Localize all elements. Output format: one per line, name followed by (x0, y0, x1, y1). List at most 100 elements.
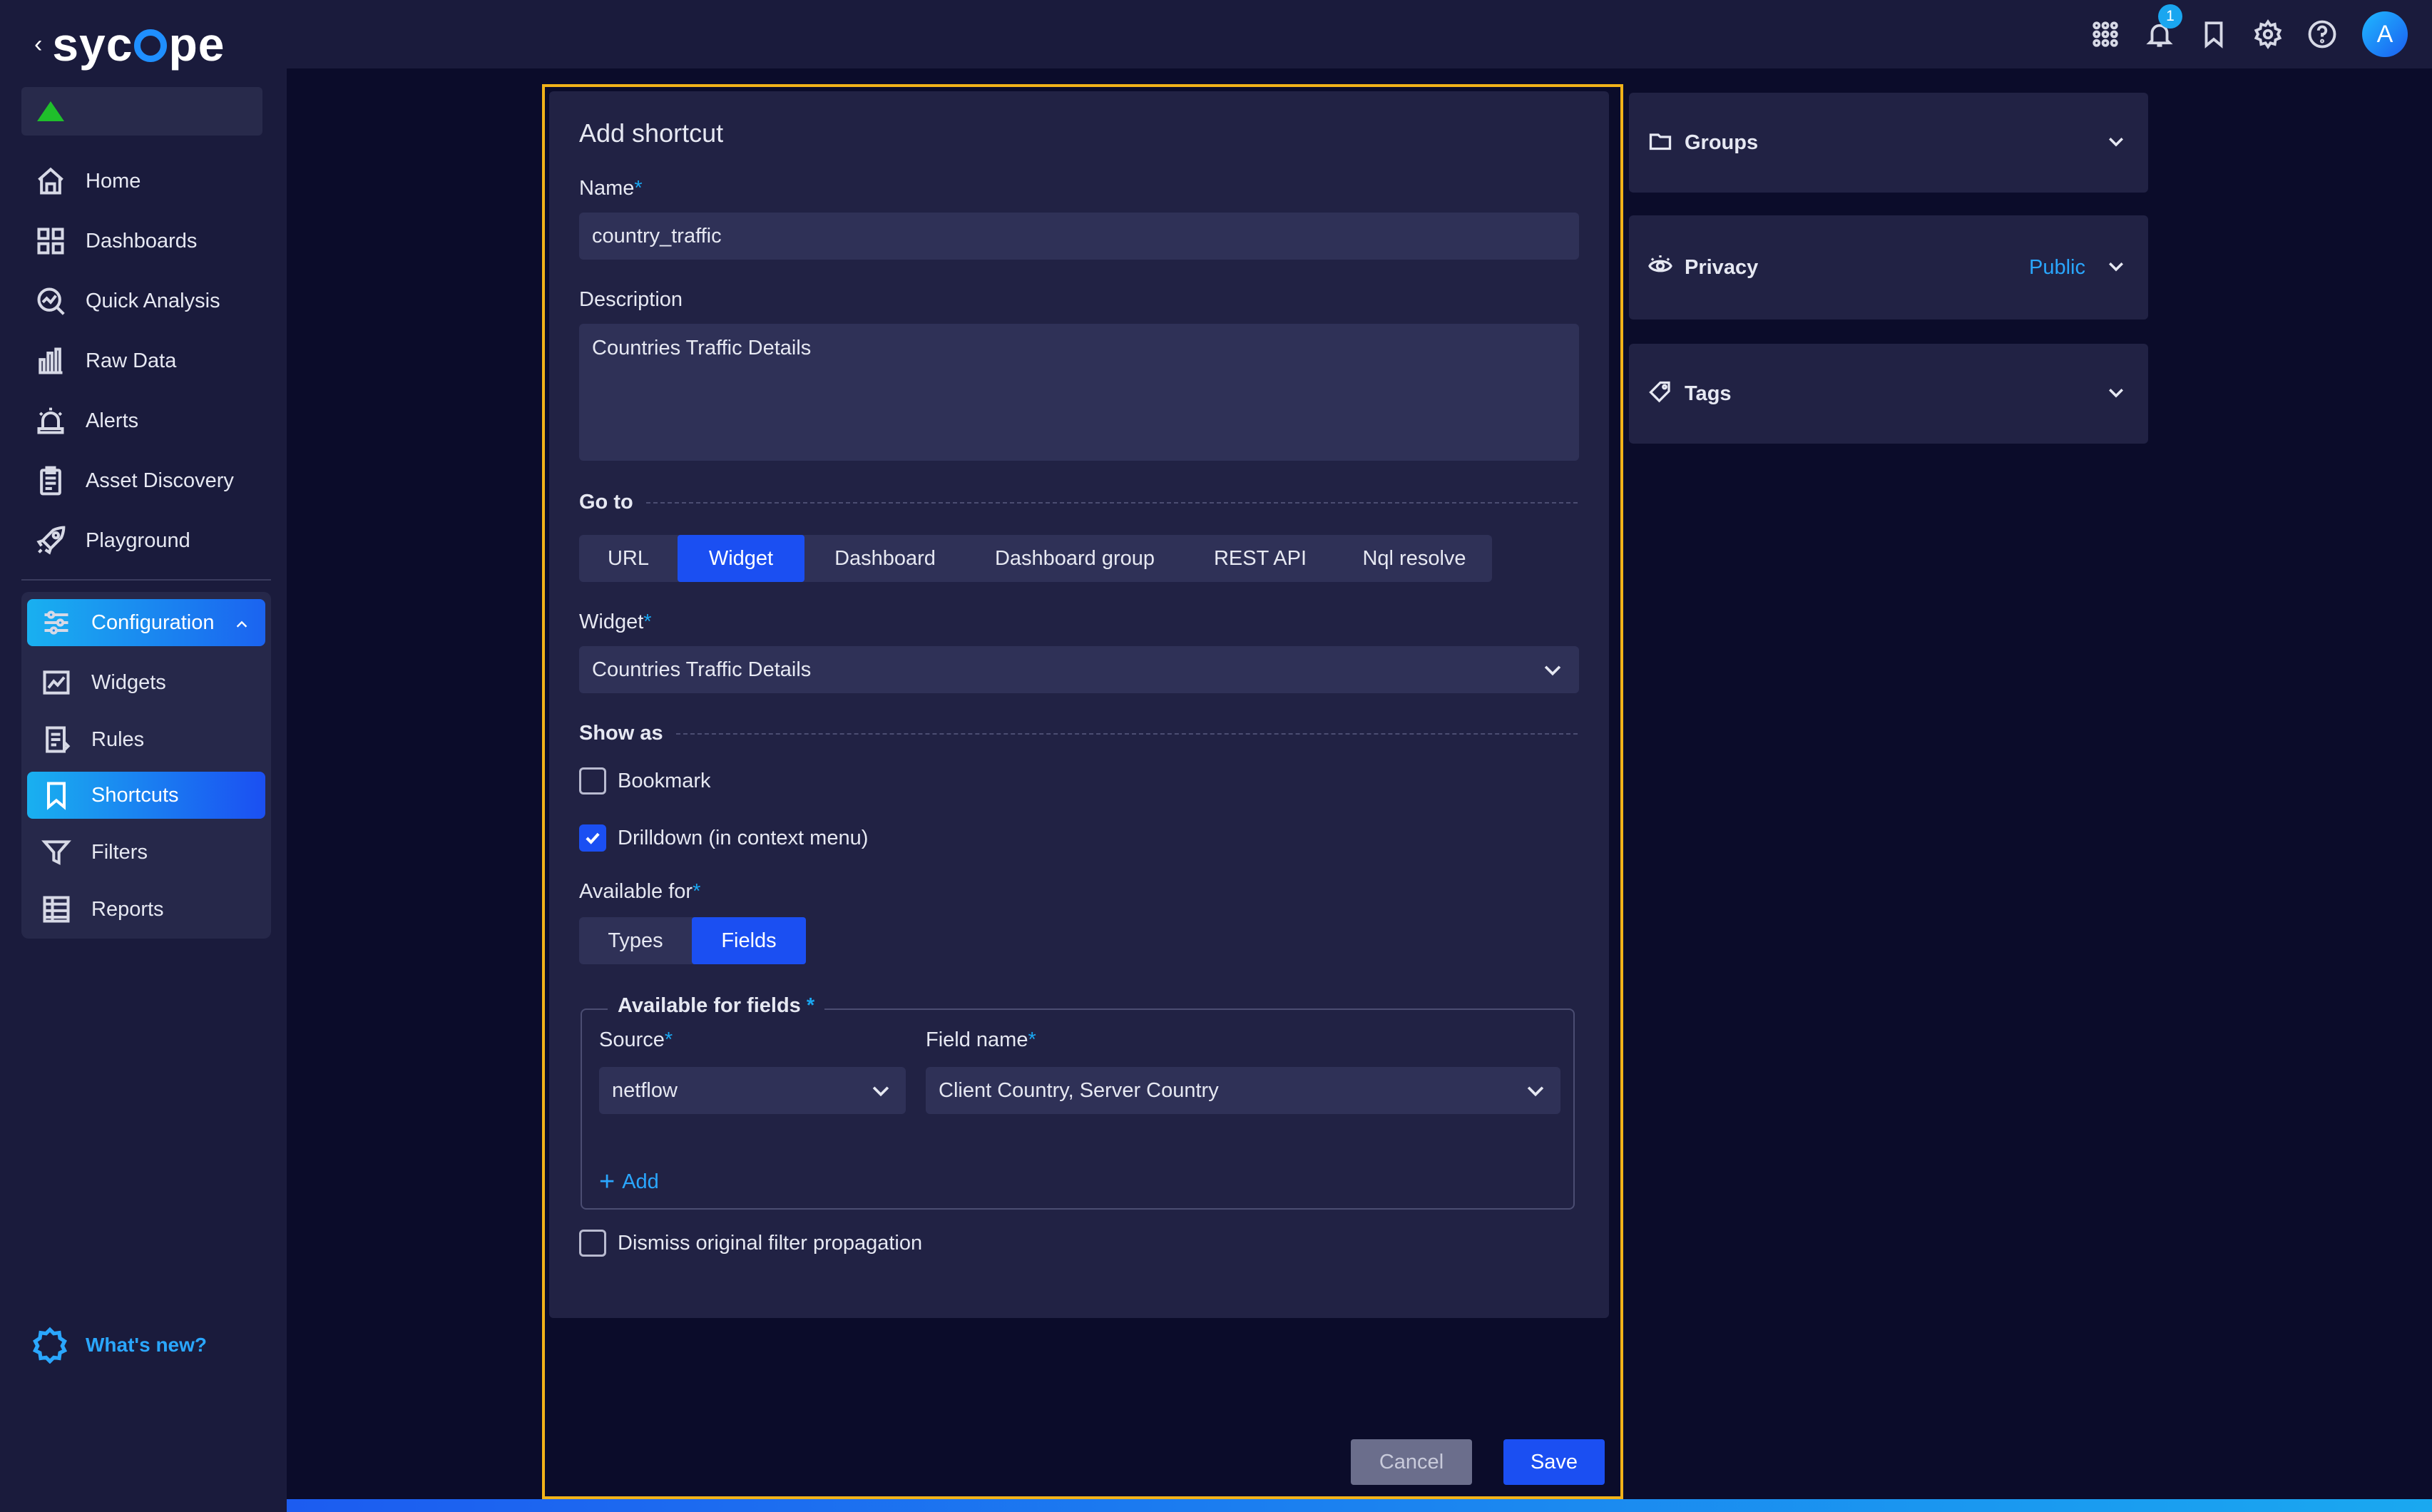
sidebar-item-home[interactable]: Home (21, 151, 264, 211)
add-field-button[interactable]: + Add (599, 1167, 659, 1197)
privacy-panel[interactable]: Privacy Public (1629, 215, 2148, 320)
sidebar-item-label: Shortcuts (91, 783, 179, 807)
top-bar: 1 A (287, 0, 2432, 68)
chevron-down-icon[interactable] (2105, 382, 2127, 407)
notifications-bell-icon[interactable]: 1 (2132, 4, 2187, 60)
groups-title: Groups (1685, 131, 1759, 154)
new-badge-icon (32, 1327, 68, 1364)
tags-title: Tags (1685, 382, 1732, 405)
goto-segmented-control: URL Widget Dashboard Dashboard group RES… (579, 535, 1492, 582)
sidebar-item-label: Quick Analysis (86, 289, 220, 312)
widgets-icon (40, 666, 73, 699)
dismiss-checkbox[interactable] (579, 1230, 606, 1257)
tag-icon (1647, 379, 1673, 409)
available-for-option-fields[interactable]: Fields (692, 917, 806, 964)
configuration-icon (40, 606, 73, 639)
configuration-group: Configuration Widgets Rules Shortcuts Fi… (21, 592, 271, 939)
goto-option-dashboard-group[interactable]: Dashboard group (966, 535, 1184, 582)
quick-analysis-icon (34, 285, 67, 317)
name-label: Name* (579, 177, 643, 200)
add-label: Add (622, 1170, 659, 1193)
filters-icon (40, 836, 73, 869)
apps-grid-icon[interactable] (2078, 9, 2132, 60)
notification-badge: 1 (2158, 4, 2182, 29)
source-label: Source* (599, 1028, 673, 1051)
sidebar-item-label: Configuration (91, 611, 215, 634)
sidebar-item-shortcuts[interactable]: Shortcuts (27, 772, 265, 819)
groups-panel[interactable]: Groups (1629, 93, 2148, 193)
widget-select[interactable]: Countries Traffic Details (579, 646, 1579, 693)
goto-option-dashboard[interactable]: Dashboard (804, 535, 966, 582)
main-nav: Home Dashboards Quick Analysis Raw Data … (21, 151, 264, 571)
goto-option-widget[interactable]: Widget (678, 535, 804, 582)
chevron-down-icon[interactable] (2105, 255, 2127, 280)
status-indicator[interactable] (21, 87, 262, 136)
dashboards-icon (34, 225, 67, 257)
name-input[interactable]: country_traffic (579, 213, 1579, 260)
sidebar-item-label: Alerts (86, 409, 139, 432)
description-label: Description (579, 288, 683, 311)
sidebar-item-label: Dashboards (86, 229, 198, 252)
sidebar-item-widgets[interactable]: Widgets (27, 659, 265, 706)
folder-icon (1647, 128, 1673, 158)
sidebar-item-label: Reports (91, 897, 164, 921)
form-title: Add shortcut (579, 118, 724, 148)
eye-icon (1647, 253, 1673, 282)
chevron-down-icon (869, 1078, 893, 1108)
asset-discovery-icon (34, 464, 67, 497)
available-for-segmented-control: Types Fields (579, 917, 806, 964)
sidebar-item-playground[interactable]: Playground (21, 511, 264, 571)
playground-icon (34, 524, 67, 557)
sidebar-item-label: Widgets (91, 670, 166, 694)
sidebar-item-reports[interactable]: Reports (27, 886, 265, 933)
sidebar-item-filters[interactable]: Filters (27, 829, 265, 876)
cancel-button[interactable]: Cancel (1351, 1439, 1472, 1485)
sidebar-item-rules[interactable]: Rules (27, 716, 265, 763)
sidebar-item-label: Raw Data (86, 349, 177, 372)
save-button[interactable]: Save (1503, 1439, 1605, 1485)
bookmark-checkbox-row[interactable]: Bookmark (579, 767, 711, 795)
sidebar-item-label: Home (86, 169, 141, 193)
goto-label: Go to (579, 491, 633, 514)
nav-divider (21, 579, 271, 581)
home-icon (34, 165, 67, 198)
sidebar-item-configuration[interactable]: Configuration (27, 599, 265, 646)
drilldown-checkbox-row[interactable]: Drilldown (in context menu) (579, 824, 868, 852)
goto-option-rest-api[interactable]: REST API (1184, 535, 1337, 582)
tags-panel[interactable]: Tags (1629, 344, 2148, 444)
chevron-up-icon[interactable] (234, 615, 250, 638)
logo[interactable]: ‹ syc pe (34, 16, 225, 73)
available-for-fields-group: Available for fields * Source* netflow F… (581, 994, 1575, 1210)
chevron-down-icon (1541, 658, 1565, 688)
chevron-down-icon (1523, 1078, 1548, 1108)
description-textarea[interactable]: Countries Traffic Details (579, 324, 1579, 461)
available-for-option-types[interactable]: Types (579, 917, 692, 964)
collapse-sidebar-icon[interactable]: ‹ (34, 31, 42, 58)
bookmark-icon[interactable] (2187, 9, 2241, 60)
sidebar-item-dashboards[interactable]: Dashboards (21, 211, 264, 271)
help-icon[interactable] (2295, 9, 2349, 60)
sidebar-item-label: Playground (86, 528, 190, 552)
bookmark-label: Bookmark (618, 769, 711, 792)
dismiss-checkbox-row[interactable]: Dismiss original filter propagation (579, 1230, 922, 1257)
sidebar-item-quick-analysis[interactable]: Quick Analysis (21, 271, 264, 331)
goto-option-nql-resolve[interactable]: Nql resolve (1337, 535, 1492, 582)
reports-icon (40, 893, 73, 926)
whats-new-link[interactable]: What's new? (31, 1327, 207, 1364)
bookmark-checkbox[interactable] (579, 767, 606, 795)
sidebar-item-raw-data[interactable]: Raw Data (21, 331, 264, 391)
field-name-select[interactable]: Client Country, Server Country (926, 1067, 1560, 1114)
goto-option-url[interactable]: URL (579, 535, 678, 582)
sidebar-item-label: Filters (91, 840, 148, 864)
sidebar: ‹ syc pe Home Dashboards Quick Analysis R… (0, 0, 287, 1512)
privacy-title: Privacy (1685, 255, 1759, 279)
settings-gear-icon[interactable] (2241, 9, 2295, 60)
sidebar-item-asset-discovery[interactable]: Asset Discovery (21, 451, 264, 511)
source-select[interactable]: netflow (599, 1067, 906, 1114)
user-avatar[interactable]: A (2362, 11, 2408, 57)
chevron-down-icon[interactable] (2105, 131, 2127, 155)
sidebar-item-alerts[interactable]: Alerts (21, 391, 264, 451)
field-name-label: Field name* (926, 1028, 1036, 1051)
drilldown-checkbox[interactable] (579, 824, 606, 852)
whats-new-label: What's new? (86, 1334, 207, 1356)
